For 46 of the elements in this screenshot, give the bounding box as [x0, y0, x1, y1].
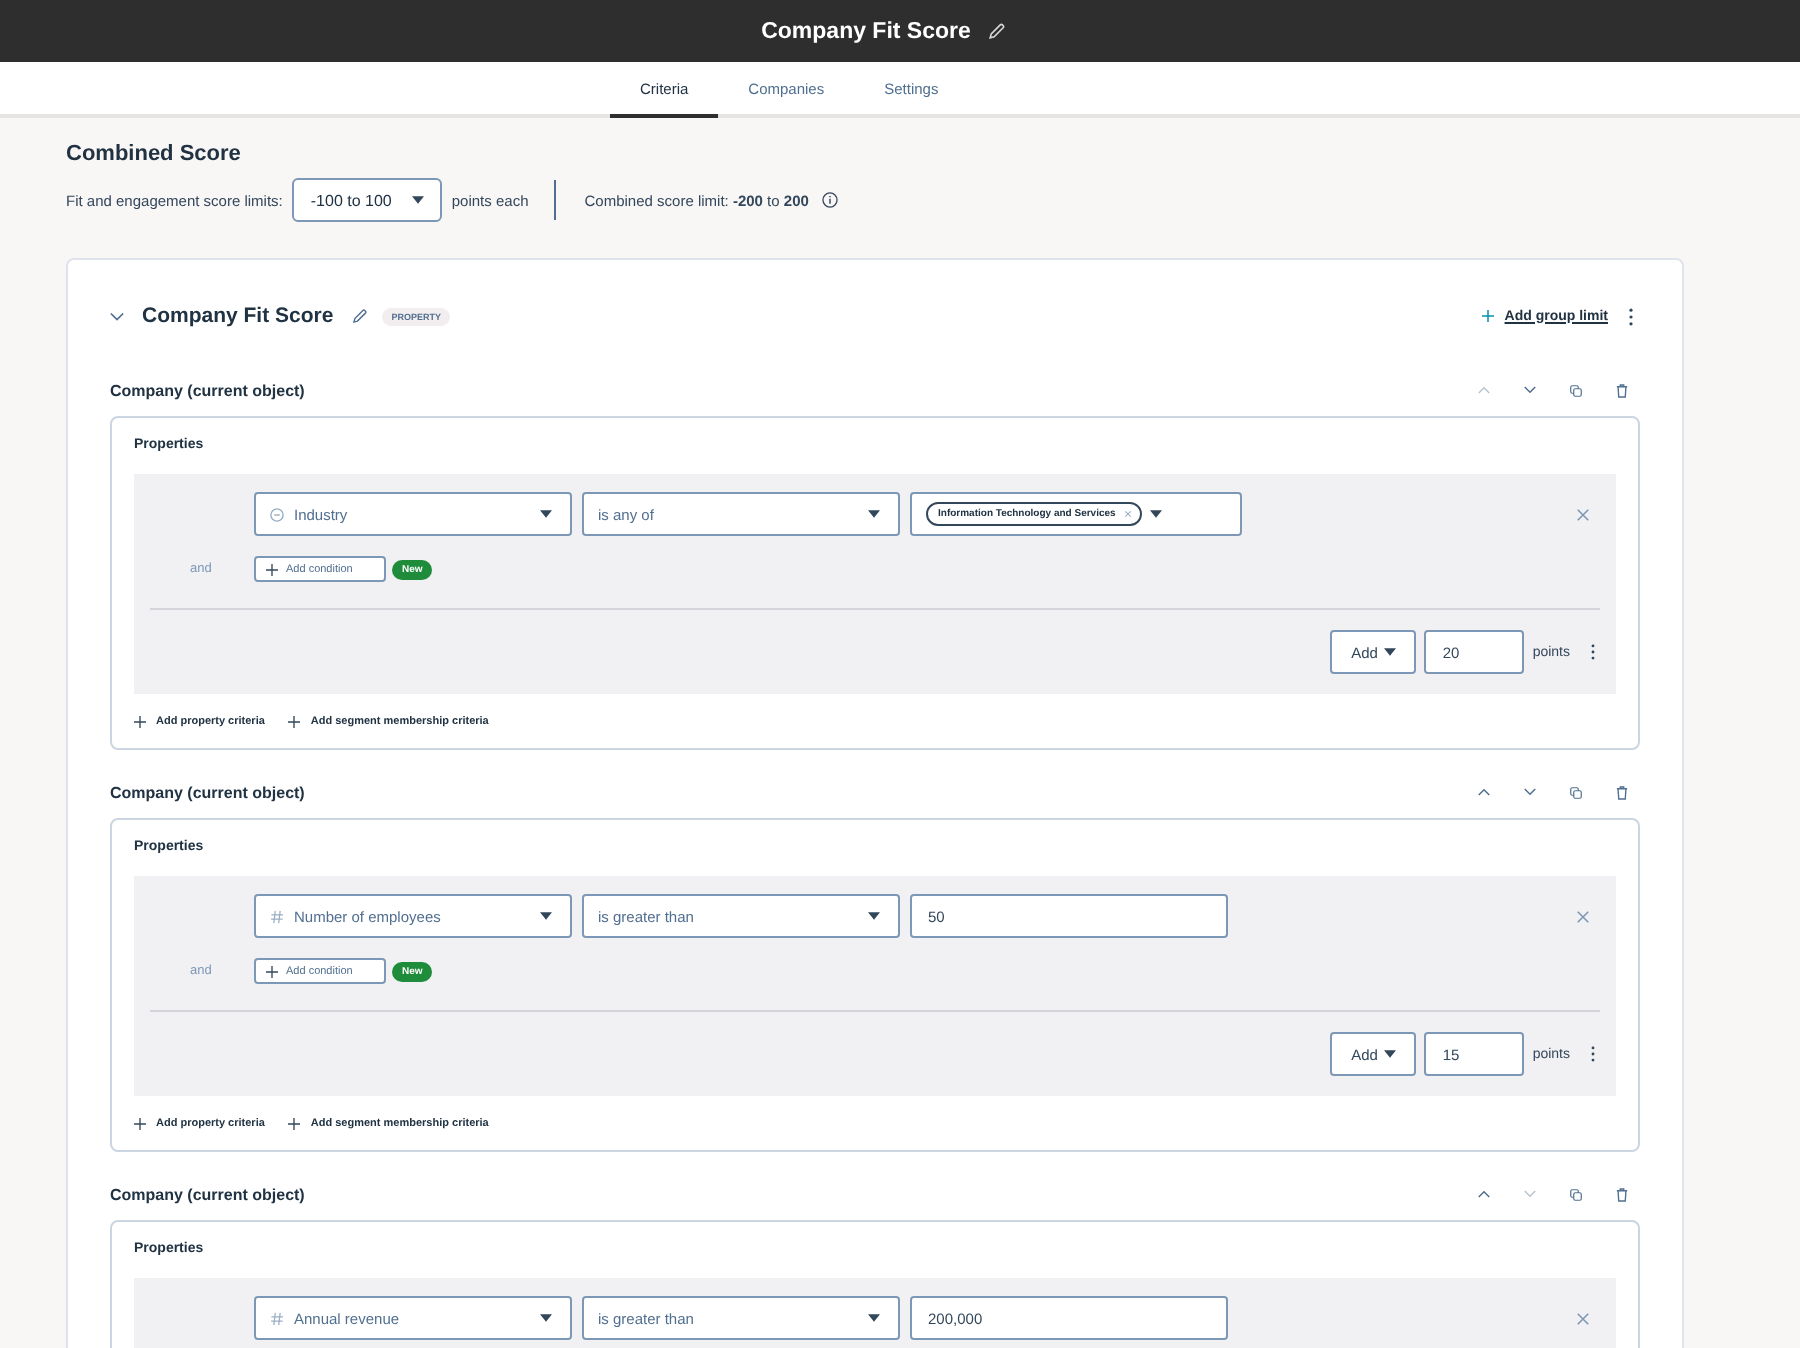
- trash-icon[interactable]: [1616, 1187, 1628, 1201]
- chevron-up-icon[interactable]: [1478, 788, 1490, 796]
- caret-icon: [540, 912, 552, 920]
- chevron-down-icon[interactable]: [1524, 788, 1536, 796]
- copy-icon[interactable]: [1570, 785, 1582, 799]
- page-title: Company Fit Score: [761, 19, 971, 43]
- plus-icon: [288, 1118, 301, 1130]
- pencil-icon[interactable]: [351, 308, 368, 324]
- caret-icon: [868, 912, 880, 920]
- group-label: Company (current object): [110, 1185, 305, 1203]
- more-options-icon[interactable]: [1590, 644, 1596, 660]
- caret-icon: [868, 510, 880, 518]
- caret-icon: [411, 196, 424, 204]
- plus-icon: [134, 1118, 146, 1130]
- plus-icon: [266, 563, 278, 575]
- copy-icon[interactable]: [1570, 1187, 1582, 1201]
- plus-icon: [134, 716, 146, 728]
- circle-icon: [270, 507, 284, 521]
- plus-icon: [1482, 310, 1495, 322]
- close-icon[interactable]: [1576, 909, 1590, 923]
- close-icon[interactable]: [1576, 507, 1590, 521]
- copy-icon[interactable]: [1570, 383, 1582, 397]
- score-title: Company Fit Score: [142, 304, 334, 328]
- more-options-icon[interactable]: [1590, 1046, 1596, 1062]
- caret-icon: [540, 1314, 552, 1322]
- hash-icon: [270, 1311, 284, 1325]
- chevron-down-icon[interactable]: [1524, 386, 1536, 394]
- score-limit-select[interactable]: -100 to 100: [292, 178, 442, 222]
- caret-icon: [868, 1314, 880, 1322]
- more-options-icon[interactable]: [1628, 307, 1634, 325]
- caret-icon: [1383, 1050, 1396, 1058]
- caret-icon: [1149, 510, 1162, 518]
- trash-icon[interactable]: [1616, 785, 1628, 799]
- chevron-up-icon[interactable]: [1478, 1190, 1490, 1198]
- section-title: Combined Score: [66, 142, 243, 166]
- close-icon[interactable]: [1576, 1311, 1590, 1325]
- info-icon[interactable]: [822, 192, 839, 208]
- hash-icon: [270, 909, 284, 923]
- group-label: Company (current object): [110, 381, 305, 399]
- group-label: Company (current object): [110, 783, 305, 801]
- caret-icon: [1383, 648, 1396, 656]
- plus-icon: [266, 965, 278, 977]
- chevron-down-icon[interactable]: [110, 311, 124, 321]
- caret-icon: [540, 510, 552, 518]
- trash-icon[interactable]: [1616, 383, 1628, 397]
- plus-icon: [288, 716, 301, 728]
